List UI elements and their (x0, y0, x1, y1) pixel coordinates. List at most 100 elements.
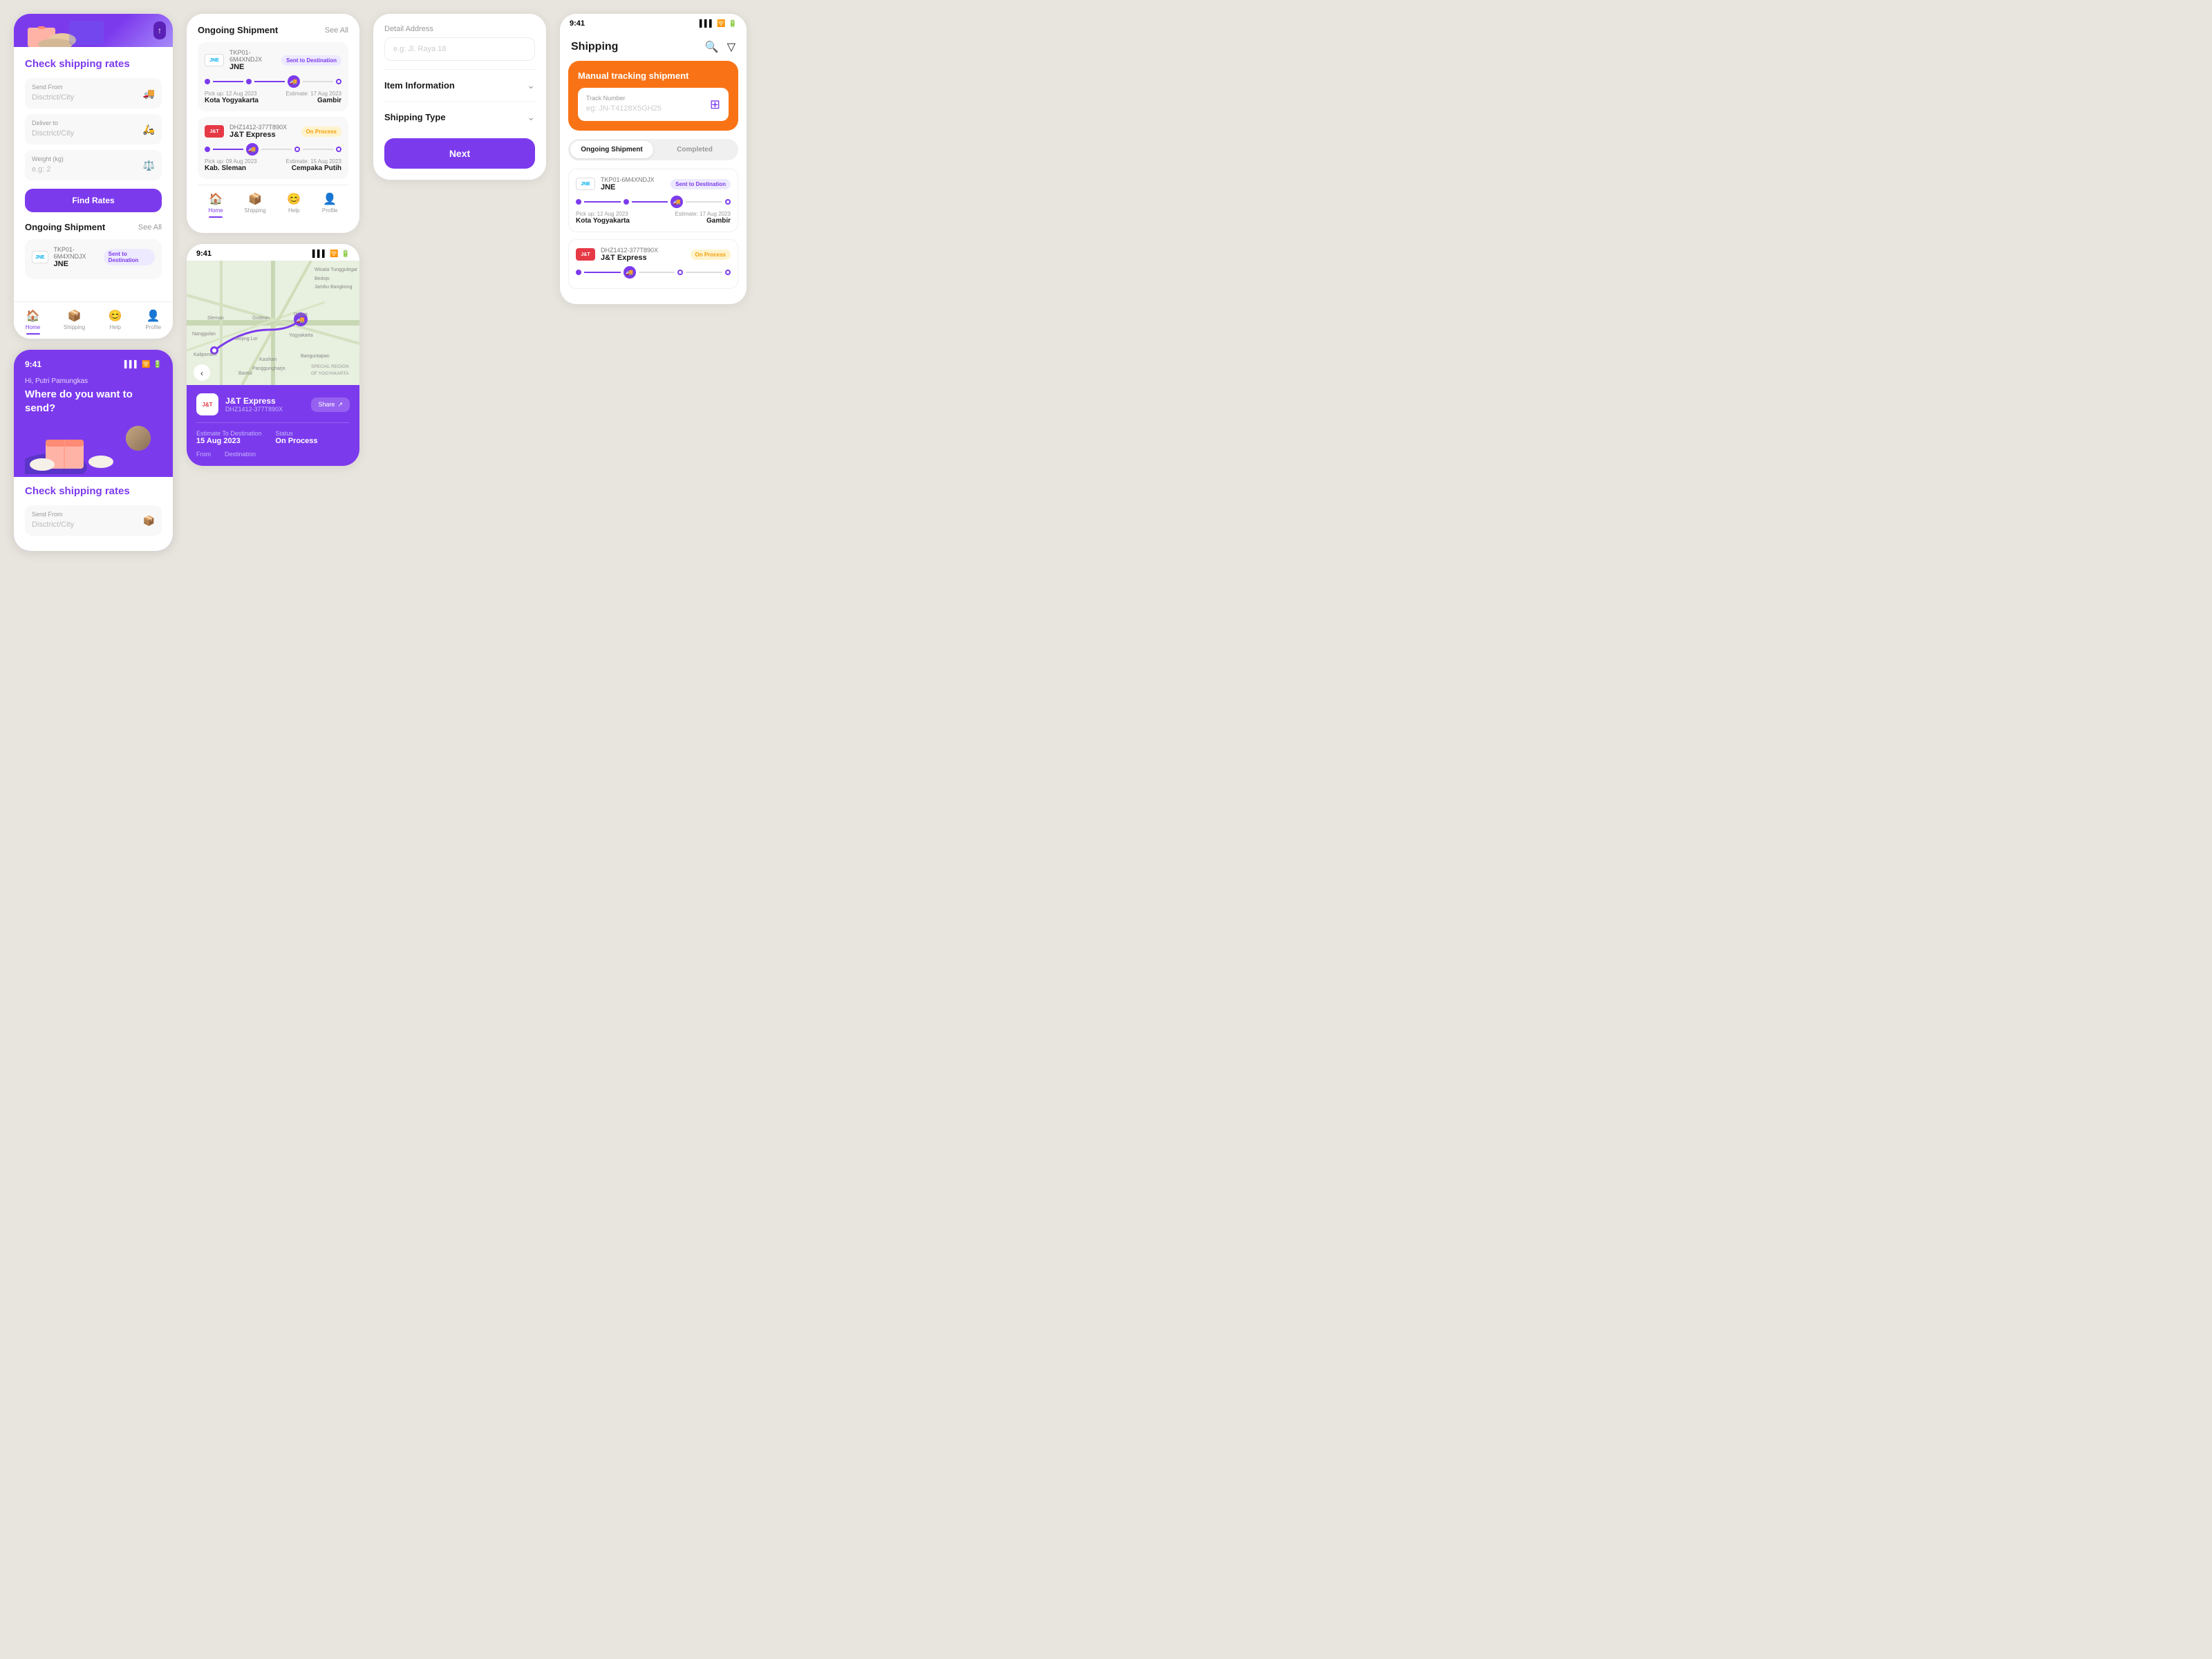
manual-tracking-card: Manual tracking shipment Track Number eg… (568, 61, 738, 131)
hero-send-from-label: Send From (32, 511, 138, 518)
jne-pickup-city: Kota Yogyakarta (205, 97, 259, 104)
jne-track-id: TKP01-6M4XNDJX (229, 49, 276, 63)
shipping-type-accordion[interactable]: Shipping Type ⌄ (384, 101, 535, 133)
track-number-label: Track Number (586, 95, 710, 102)
track-id: TKP01-6M4XNDJX (54, 246, 98, 260)
track-number-input[interactable]: eg: JN-T4128X5GH25 (586, 104, 662, 113)
shipping-type-label: Shipping Type (384, 112, 446, 122)
svg-text:Banguntapan: Banguntapan (301, 354, 330, 359)
map-battery-icon: 🔋 (341, 250, 350, 258)
shipment-item[interactable]: JNE TKP01-6M4XNDJX JNE Sent to Destinati… (25, 239, 162, 279)
jnt-line-2 (261, 149, 292, 150)
tracking-jnt-track-id: DHZ1412-377T890X (601, 247, 685, 254)
jne-status-badge: Sent to Destination (281, 55, 341, 66)
tracking-jne-progress: 🚚 (576, 196, 731, 208)
ongoing-nav-indicator (209, 216, 223, 218)
tab-ongoing[interactable]: Ongoing Shipment (570, 141, 653, 158)
detail-address-section: Detail Address e.g: Jl. Raya 18 (384, 25, 535, 61)
tracking-jne-card[interactable]: JNE TKP01-6M4XNDJX JNE Sent to Destinati… (568, 169, 738, 232)
deliver-to-label: Deliver to (32, 120, 138, 126)
ongoing-bottom-nav: 🏠 Home 📦 Shipping 😊 Help 👤 Profile (198, 185, 348, 222)
nav-home[interactable]: 🏠 Home (26, 309, 40, 335)
item-information-accordion[interactable]: Item Information ⌄ (384, 69, 535, 101)
shipment-jne[interactable]: JNE TKP01-6M4XNDJX JNE Sent to Destinati… (198, 42, 348, 111)
nav-shipping-label: Shipping (64, 324, 85, 330)
t-jne-dest: Gambir (675, 217, 731, 225)
nav-shipping[interactable]: 📦 Shipping (64, 309, 85, 335)
ongoing-nav-shipping[interactable]: 📦 Shipping (244, 192, 265, 218)
send-from-row: Send From Disctrict/City 🚚 (25, 78, 162, 109)
svg-text:Godean: Godean (252, 316, 270, 321)
nav-active-indicator (26, 333, 40, 335)
t-jnt-line-2 (639, 272, 675, 273)
jne-dest-city: Gambir (286, 97, 342, 104)
tracking-jnt-card[interactable]: J&T DHZ1412-377T890X J&T Express On Proc… (568, 239, 738, 289)
t-jne-line-2 (632, 201, 668, 203)
dest-label: Destination (225, 451, 256, 458)
search-icon[interactable]: 🔍 (705, 40, 719, 54)
jt-info: J&T Express DHZ1412-377T890X (225, 396, 304, 413)
track-input-box[interactable]: Track Number eg: JN-T4128X5GH25 ⊞ (578, 88, 729, 121)
ongoing-header: Ongoing Shipment See All (25, 222, 162, 232)
qr-icon[interactable]: ⊞ (710, 97, 720, 112)
weight-input[interactable]: e.g: 2 (32, 165, 51, 174)
from-detail: From (196, 451, 211, 458)
check-rates-card: ↑ Check shipping rates Send From Disctri… (14, 14, 173, 339)
profile-icon: 👤 (147, 309, 160, 323)
ongoing-nav-help[interactable]: 😊 Help (287, 192, 301, 218)
t-jne-dot-3 (725, 199, 731, 205)
jt-header: J&T J&T Express DHZ1412-377T890X Share ↗ (196, 393, 350, 415)
hero-send-from-input[interactable]: Disctrict/City (32, 521, 74, 529)
card-title: Check shipping rates (25, 58, 162, 70)
send-from-input[interactable]: Disctrict/City (32, 93, 74, 102)
map-time: 9:41 (196, 250, 212, 258)
location-icon: 🚚 (143, 88, 155, 100)
t-jne-line-1 (584, 201, 621, 203)
deliver-to-input[interactable]: Disctrict/City (32, 129, 74, 138)
deliver-to-row: Deliver to Disctrict/City 🛵 (25, 114, 162, 144)
nav-help-label: Help (110, 324, 121, 330)
detail-addr-placeholder: e.g: Jl. Raya 18 (393, 45, 446, 53)
jnt-dot-2 (294, 147, 300, 152)
hero-card-title: Check shipping rates (25, 485, 162, 497)
detail-addr-input[interactable]: e.g: Jl. Raya 18 (384, 37, 535, 61)
track-line-1 (213, 81, 243, 82)
ongoing-see-all[interactable]: See All (325, 26, 348, 35)
shipping-tracking-card: 9:41 ▌▌▌ 🛜 🔋 Shipping 🔍 ▽ Manual trackin… (560, 14, 747, 304)
svg-text:Kalipenten: Kalipenten (194, 353, 216, 357)
jnt-dest-city: Cempaka Putih (286, 165, 342, 172)
t-jne-line-3 (686, 201, 722, 203)
filter-icon[interactable]: ▽ (727, 40, 735, 54)
svg-text:Sleman: Sleman (207, 316, 224, 321)
shipment-jnt[interactable]: J&T DHZ1412-377T890X J&T Express On Proc… (198, 117, 348, 179)
nav-profile[interactable]: 👤 Profile (145, 309, 161, 335)
status-label: Status (275, 430, 317, 437)
rates-icon-btn[interactable]: ↑ (153, 21, 166, 39)
tracking-signal-icon: ▌▌▌ (700, 20, 714, 28)
detail-addr-label: Detail Address (384, 25, 535, 33)
next-button[interactable]: Next (384, 138, 535, 169)
t-jnt-line-3 (686, 272, 722, 273)
tab-completed[interactable]: Completed (653, 141, 736, 158)
ongoing-home-label: Home (208, 207, 223, 214)
item-info-chevron: ⌄ (527, 79, 535, 91)
jt-divider (196, 422, 350, 423)
ongoing-profile-icon: 👤 (323, 192, 337, 206)
shipping-icon: 📦 (68, 309, 82, 323)
track-input-content: Track Number eg: JN-T4128X5GH25 (586, 95, 710, 114)
nav-help[interactable]: 😊 Help (109, 309, 122, 335)
ongoing-nav-profile[interactable]: 👤 Profile (322, 192, 338, 218)
ongoing-nav-home[interactable]: 🏠 Home (208, 192, 223, 218)
jt-details: Estimate To Destination 15 Aug 2023 Stat… (196, 430, 350, 445)
share-button[interactable]: Share ↗ (311, 397, 350, 412)
map-signal-icon: ▌▌▌ (312, 250, 327, 258)
see-all-link[interactable]: See All (138, 223, 162, 232)
hero-top: 9:41 ▌▌▌ 🛜 🔋 Hi, Putri Pamungkas Where d… (14, 350, 173, 474)
item-information-label: Item Information (384, 80, 455, 91)
track-line-2 (254, 81, 285, 82)
ongoing-title: Ongoing Shipment (25, 222, 105, 232)
tracking-title: Shipping (571, 41, 618, 53)
find-rates-button[interactable]: Find Rates (25, 189, 162, 212)
weight-label: Weight (kg) (32, 156, 138, 162)
t-jne-est-date: Estimate: 17 Aug 2023 (675, 211, 731, 217)
